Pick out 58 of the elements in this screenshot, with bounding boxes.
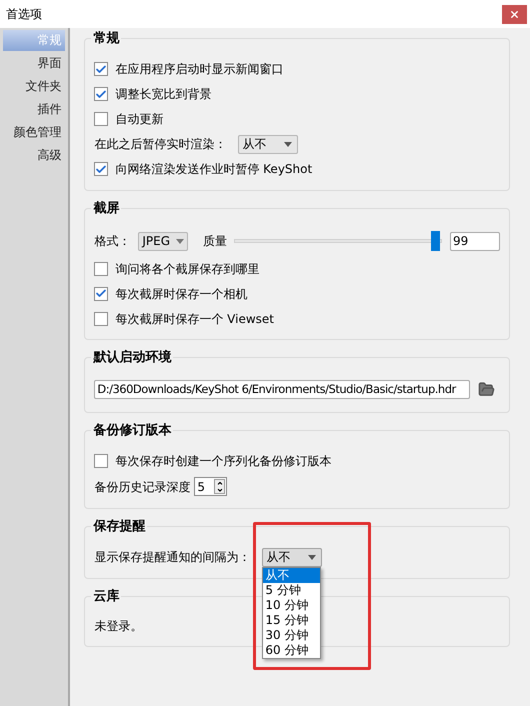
checkbox-label: 每次截屏时保存一个相机 [115,286,248,302]
caret-icon [308,554,316,560]
check-icon [95,88,108,100]
folder-icon[interactable] [478,381,496,398]
checkbox[interactable] [94,312,108,326]
dropdown-option[interactable]: 从不 [263,568,320,582]
close-icon [509,8,520,20]
checkbox-label: 在应用程序启动时显示新闻窗口 [115,61,284,78]
checkbox[interactable] [94,454,108,468]
sidebar-item[interactable]: 界面 [3,53,66,74]
group-title: 云库 [92,588,120,606]
checkbox[interactable] [94,162,108,176]
checkbox[interactable] [94,62,108,76]
quality-label: 质量 [203,233,227,250]
sidebar-item[interactable]: 高级 [3,145,66,166]
caret-icon [176,238,184,244]
check-icon [95,287,108,300]
group-title: 默认启动环境 [92,348,172,367]
checkbox-label: 询问将各个截屏保存到哪里 [115,260,260,278]
checkbox[interactable] [94,112,108,126]
format-label: 格式： [94,233,132,250]
spinner-field[interactable]: 5 [194,477,228,496]
sidebar-item[interactable]: 插件 [3,99,66,120]
status-text: 未登录。 [94,618,142,635]
dropdown-option[interactable]: 15 分钟 [263,612,320,628]
dropdown[interactable]: 从不 [262,548,322,566]
check-icon [95,62,108,76]
check-icon [95,162,108,176]
select-label: 显示保存提醒通知的间隔为： [94,549,250,566]
dropdown[interactable]: 从不 [238,134,298,154]
checkbox[interactable] [94,87,108,101]
slider-thumb[interactable] [430,231,440,251]
checkbox-label: 向网络渲染发送作业时暂停 KeyShot [115,161,312,178]
dropdown-option[interactable]: 5 分钟 [263,582,320,598]
spinner-arrows-icon[interactable] [214,479,226,494]
checkbox[interactable] [94,262,108,276]
group-title: 常规 [92,30,120,48]
checkbox-label: 每次保存时创建一个序列化备份修订版本 [115,452,332,470]
format-dropdown[interactable]: JPEG [138,232,188,250]
caret-icon [284,142,292,146]
quality-field[interactable]: 99 [450,232,500,250]
select-label: 在此之后暂停实时渲染： [94,136,226,153]
spinner-label: 备份历史记录深度 [94,478,190,496]
sidebar-item[interactable]: 文件夹 [3,76,66,97]
checkbox[interactable] [94,286,108,300]
dropdown-option[interactable]: 30 分钟 [263,628,320,642]
checkbox-label: 调整长宽比到背景 [115,86,212,103]
window-title: 首选项 [6,6,42,23]
close-button[interactable] [502,4,527,24]
path-field[interactable]: D:/360Downloads/KeyShot 6/Environments/Studio/Basic/startup.hdr [94,380,470,399]
group-title: 截屏 [92,200,120,218]
dropdown-option[interactable]: 60 分钟 [263,642,320,658]
group-title: 保存提醒 [92,518,146,536]
checkbox-label: 自动更新 [115,111,164,128]
dropdown-option[interactable]: 10 分钟 [263,598,320,612]
checkbox-label: 每次截屏时保存一个 Viewset [115,310,274,328]
sidebar-item[interactable]: 颜色管理 [3,122,66,143]
group-title: 备份修订版本 [92,422,172,440]
